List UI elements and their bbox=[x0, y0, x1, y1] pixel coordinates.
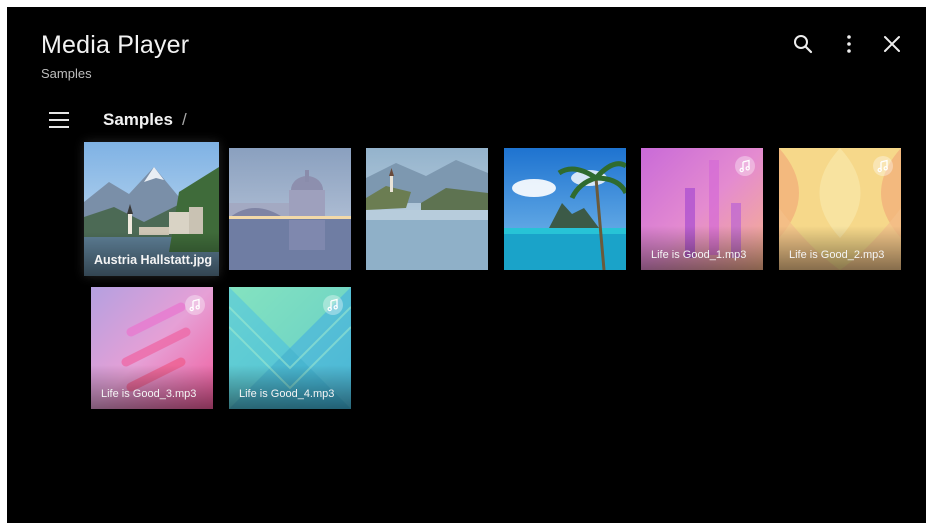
thumbnail-lake-bled bbox=[366, 148, 488, 270]
media-tile-austria-hallstatt[interactable]: Austria Hallstatt.jpg bbox=[84, 142, 219, 276]
tile-label: Austria Hallstatt.jpg bbox=[94, 253, 213, 267]
hamburger-menu-icon[interactable] bbox=[49, 111, 69, 129]
media-player-screen: Media Player Samples Samples / Austria H… bbox=[7, 7, 926, 523]
media-tile-photo-2[interactable] bbox=[229, 148, 351, 270]
music-note-icon bbox=[735, 156, 755, 176]
media-tile-music-2[interactable]: Life is Good_2.mp3 bbox=[779, 148, 901, 270]
music-note-icon bbox=[185, 295, 205, 315]
media-tile-music-4[interactable]: Life is Good_4.mp3 bbox=[229, 287, 351, 409]
thumbnail-berlin bbox=[229, 148, 351, 270]
more-vertical-icon[interactable] bbox=[838, 33, 860, 55]
app-subtitle: Samples bbox=[41, 66, 92, 81]
media-tile-music-1[interactable]: Life is Good_1.mp3 bbox=[641, 148, 763, 270]
music-note-icon bbox=[873, 156, 893, 176]
media-tile-music-3[interactable]: Life is Good_3.mp3 bbox=[91, 287, 213, 409]
breadcrumb-separator: / bbox=[182, 110, 187, 129]
breadcrumb[interactable]: Samples bbox=[103, 110, 173, 130]
tile-label: Life is Good_1.mp3 bbox=[651, 249, 747, 261]
search-icon[interactable] bbox=[792, 33, 814, 55]
tile-label: Life is Good_3.mp3 bbox=[101, 388, 197, 400]
close-icon[interactable] bbox=[881, 33, 903, 55]
tile-label: Life is Good_2.mp3 bbox=[789, 249, 885, 261]
tile-label: Life is Good_4.mp3 bbox=[239, 388, 335, 400]
media-tile-photo-4[interactable] bbox=[504, 148, 626, 270]
media-tile-photo-3[interactable] bbox=[366, 148, 488, 270]
music-note-icon bbox=[323, 295, 343, 315]
thumbnail-tropical-island bbox=[504, 148, 626, 270]
app-title: Media Player bbox=[41, 31, 190, 59]
